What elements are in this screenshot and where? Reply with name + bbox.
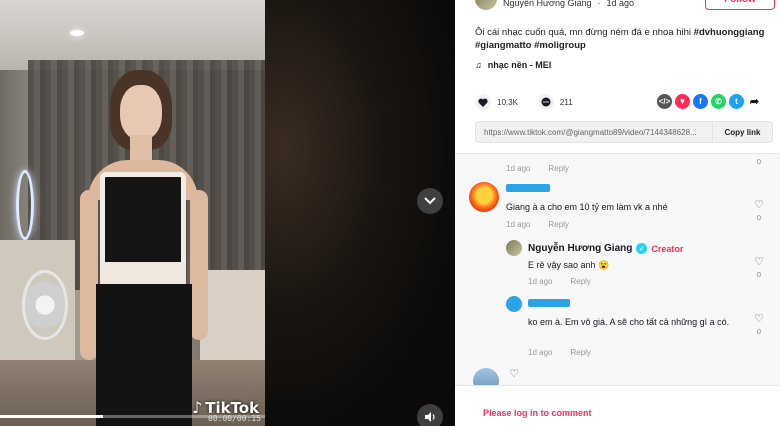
share-link-box: https://www.tiktok.com/@giangmatto89/vid… [475, 121, 773, 143]
reply-button[interactable]: Reply [570, 348, 590, 357]
like-count: 10.3K [497, 97, 518, 107]
share-buttons: </> ▼ f ✆ t ➦ [657, 94, 762, 109]
copy-link-button[interactable]: Copy link [712, 122, 772, 142]
embed-icon[interactable]: </> [657, 94, 672, 109]
video-caption: Ôi cái nhạc cuốn quá, mn đừng ném đá e n… [475, 26, 775, 52]
reply-button[interactable]: Reply [548, 220, 568, 229]
comment-meta: 1d ago Reply [506, 164, 569, 173]
scene-bed [200, 270, 265, 360]
heart-icon [478, 98, 488, 107]
music-label: nhạc nền - MEI [487, 60, 552, 70]
music-note-icon: ♫ [475, 60, 482, 70]
video-time: 00:00/00:15 [208, 414, 261, 423]
hashtag[interactable]: #moligroup [534, 40, 586, 51]
scene-fan [22, 270, 68, 340]
twitter-icon[interactable]: t [729, 94, 744, 109]
avatar[interactable] [469, 182, 499, 212]
comment-like-count: 0 [756, 157, 762, 166]
redacted-name [506, 184, 550, 192]
whatsapp-icon[interactable]: ✆ [711, 94, 726, 109]
comment-like-count: 0 [756, 327, 762, 336]
follow-button[interactable]: Follow [705, 0, 775, 10]
comment-list: 1d ago Reply 0 Giang à a cho em 10 tỷ em… [455, 153, 780, 385]
next-video-button[interactable] [417, 188, 443, 214]
comment-login-bar: Please log in to comment [455, 385, 780, 426]
commenter-name[interactable] [528, 299, 570, 307]
heart-outline-icon[interactable]: ♡ [752, 198, 766, 211]
comment-meta: 1d ago Reply [506, 220, 569, 229]
heart-outline-icon[interactable]: ♡ [507, 367, 521, 380]
facebook-icon[interactable]: f [693, 94, 708, 109]
comment-text: E rẻ vậy sao anh 😮 [528, 260, 610, 270]
engagement-stats: 10.3K 211 [475, 94, 573, 110]
reply-button[interactable]: Reply [570, 277, 590, 286]
tiktok-logo-icon: ♪ [192, 398, 203, 417]
comment-text: Giang à a cho em 10 tỷ em làm vk a nhé [506, 202, 668, 212]
comment-age: 1d ago [528, 277, 553, 286]
avatar[interactable] [506, 296, 522, 312]
avatar[interactable] [473, 368, 499, 385]
person-face [120, 85, 162, 140]
caption-text: Ôi cái nhạc cuốn quá, mn đừng ném đá e n… [475, 27, 692, 38]
like-button[interactable] [475, 94, 491, 110]
comment-age: 1d ago [506, 220, 531, 229]
person-dress-skirt [96, 284, 192, 426]
creator-name: Nguyễn Hương Giang [528, 243, 633, 254]
comment-age: 1d ago [528, 348, 553, 357]
video-progress-fill [0, 415, 104, 418]
post-age: 1d ago [606, 0, 635, 8]
speaker-icon [425, 412, 435, 422]
scene-light [70, 30, 84, 36]
person-arm-right [190, 190, 208, 340]
share-arrow-icon[interactable]: ➦ [747, 94, 762, 109]
details-panel: Nguyễn Hương Giang · 1d ago Follow Ôi cá… [455, 0, 780, 426]
video-player[interactable]: ♪ TikTok 00:00/00:15 [0, 0, 265, 426]
commenter-name[interactable]: Nguyễn Hương Giang ✓ Creator [528, 243, 683, 254]
avatar[interactable] [475, 0, 497, 10]
login-to-comment-link[interactable]: Please log in to comment [483, 408, 592, 418]
reply-button[interactable]: Reply [548, 164, 568, 173]
comment-count: 211 [559, 97, 573, 107]
author-row: Nguyễn Hương Giang · 1d ago [475, 0, 634, 10]
comment-icon [541, 97, 551, 107]
commenter-name[interactable] [506, 184, 550, 192]
comment-meta: 1d ago Reply [528, 348, 591, 357]
verified-check-icon: ✓ [636, 243, 648, 254]
comment-age: 1d ago [506, 164, 531, 173]
creator-badge: Creator [651, 243, 684, 254]
avatar[interactable] [506, 240, 522, 256]
share-link-url[interactable]: https://www.tiktok.com/@giangmatto89/vid… [476, 128, 712, 137]
comment-button[interactable] [537, 94, 554, 110]
redacted-name [528, 299, 570, 307]
comment-meta: 1d ago Reply [528, 277, 591, 286]
person-dress-top [100, 172, 186, 267]
send-icon[interactable]: ▼ [675, 94, 690, 109]
volume-button[interactable] [417, 404, 443, 426]
heart-outline-icon[interactable]: ♡ [752, 255, 766, 268]
comment-text: ko em à. Em vô giá. A sẽ cho tất cả nhữn… [528, 317, 730, 327]
scene-mirror [16, 170, 34, 240]
comment-like-count: 0 [756, 213, 762, 222]
chevron-down-icon [424, 197, 436, 205]
comment-like-count: 0 [756, 270, 762, 279]
hashtag[interactable]: #giangmatto [475, 40, 531, 51]
heart-outline-icon[interactable]: ♡ [752, 312, 766, 325]
person-dress-band [100, 262, 186, 284]
music-link[interactable]: ♫ nhạc nền - MEI [475, 60, 551, 70]
hashtag[interactable]: #dvhuonggiang [694, 27, 765, 38]
author-name[interactable]: Nguyễn Hương Giang [503, 0, 591, 8]
video-area: ♪ TikTok 00:00/00:15 [0, 0, 455, 426]
